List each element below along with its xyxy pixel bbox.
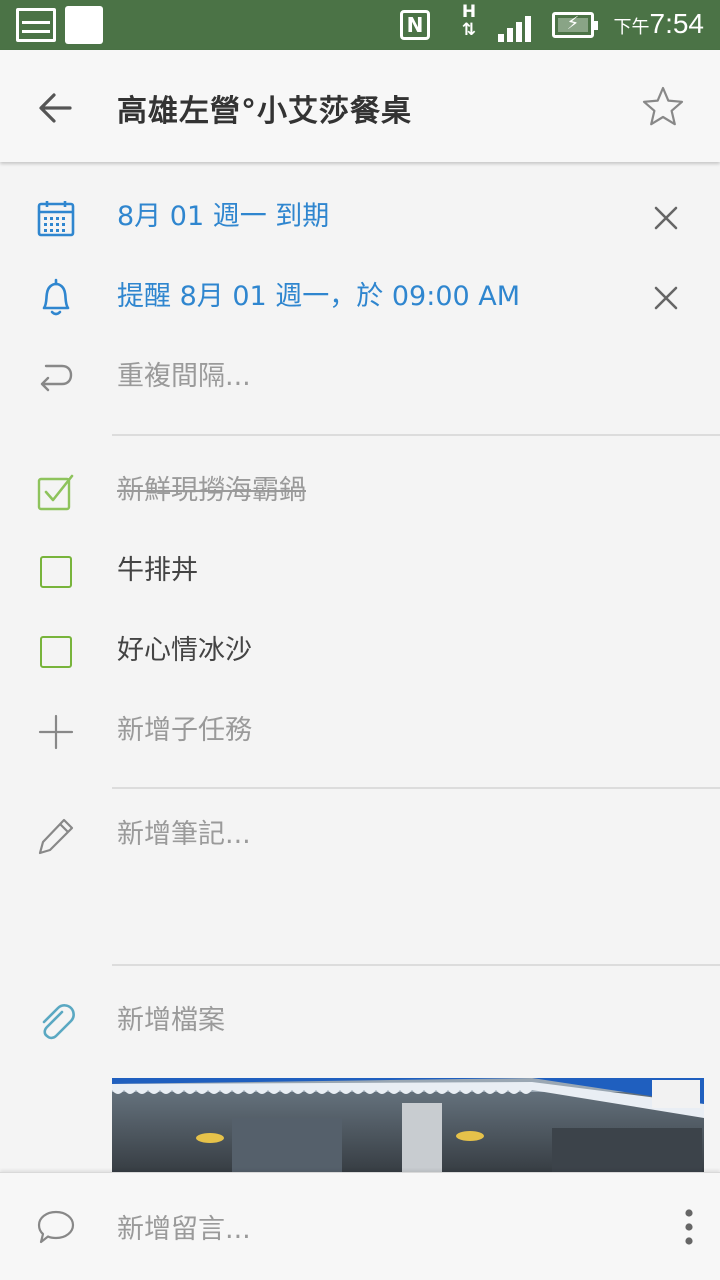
reminder-row[interactable]: 提醒 8月 01 週一，於 09:00 AM: [0, 258, 720, 338]
status-bar: N H ⇅ ⚡ 下午7:54: [0, 0, 720, 50]
plus-icon: [28, 712, 84, 752]
signal-icon: [498, 12, 538, 42]
repeat-row[interactable]: 重複間隔...: [0, 338, 720, 418]
pencil-icon: [28, 816, 84, 856]
status-clock: 下午7:54: [613, 8, 705, 39]
checkbox-icon[interactable]: [28, 552, 84, 592]
back-button[interactable]: [28, 80, 84, 136]
app-notification-icon: [65, 6, 103, 44]
add-file-row[interactable]: 新增檔案: [0, 982, 720, 1062]
divider: [112, 434, 720, 436]
subtask-label[interactable]: 新鮮現撈海霸鍋: [117, 472, 306, 510]
gallery-notification-icon: [16, 8, 56, 42]
calendar-icon: [28, 198, 84, 238]
repeat-label[interactable]: 重複間隔...: [117, 358, 251, 396]
subtask-label[interactable]: 牛排丼: [117, 552, 198, 590]
add-file-label[interactable]: 新增檔案: [117, 1002, 225, 1040]
remove-reminder-button[interactable]: [646, 278, 686, 318]
add-subtask-row[interactable]: 新增子任務: [0, 692, 720, 772]
divider: [112, 964, 720, 966]
comment-icon: [34, 1205, 78, 1249]
network-type-icon: H ⇅: [461, 2, 477, 40]
note-input[interactable]: 新增筆記...: [117, 816, 251, 854]
remove-due-date-button[interactable]: [646, 198, 686, 238]
note-row[interactable]: 新增筆記...: [0, 796, 720, 876]
battery-charging-icon: ⚡: [552, 12, 598, 38]
add-subtask-label[interactable]: 新增子任務: [117, 712, 252, 750]
checkbox-icon[interactable]: [28, 632, 84, 672]
page-title[interactable]: 高雄左營°小艾莎餐桌: [117, 86, 412, 130]
repeat-icon: [28, 358, 84, 398]
close-icon: [654, 206, 678, 230]
task-header: 高雄左營°小艾莎餐桌: [0, 50, 720, 162]
bell-icon: [28, 278, 84, 318]
paperclip-icon: [28, 1002, 84, 1042]
more-vert-icon: [685, 1209, 693, 1245]
checked-checkbox-icon[interactable]: [28, 472, 84, 512]
due-date-row[interactable]: 8月 01 週一 到期: [0, 178, 720, 258]
star-icon: [642, 86, 684, 126]
due-date-label[interactable]: 8月 01 週一 到期: [117, 198, 329, 236]
close-icon: [654, 286, 678, 310]
subtask-item[interactable]: 好心情冰沙: [0, 612, 720, 692]
more-options-button[interactable]: [674, 1205, 704, 1249]
subtask-item[interactable]: 牛排丼: [0, 532, 720, 612]
reminder-label[interactable]: 提醒 8月 01 週一，於 09:00 AM: [117, 278, 520, 316]
comment-input[interactable]: 新增留言...: [117, 1207, 251, 1246]
star-button[interactable]: [638, 82, 688, 132]
comment-bar: 新增留言...: [0, 1172, 720, 1280]
subtask-item[interactable]: 新鮮現撈海霸鍋: [0, 452, 720, 532]
subtask-label[interactable]: 好心情冰沙: [117, 632, 252, 670]
divider: [112, 787, 720, 789]
back-arrow-icon: [39, 93, 72, 123]
nfc-icon: N: [400, 10, 430, 40]
